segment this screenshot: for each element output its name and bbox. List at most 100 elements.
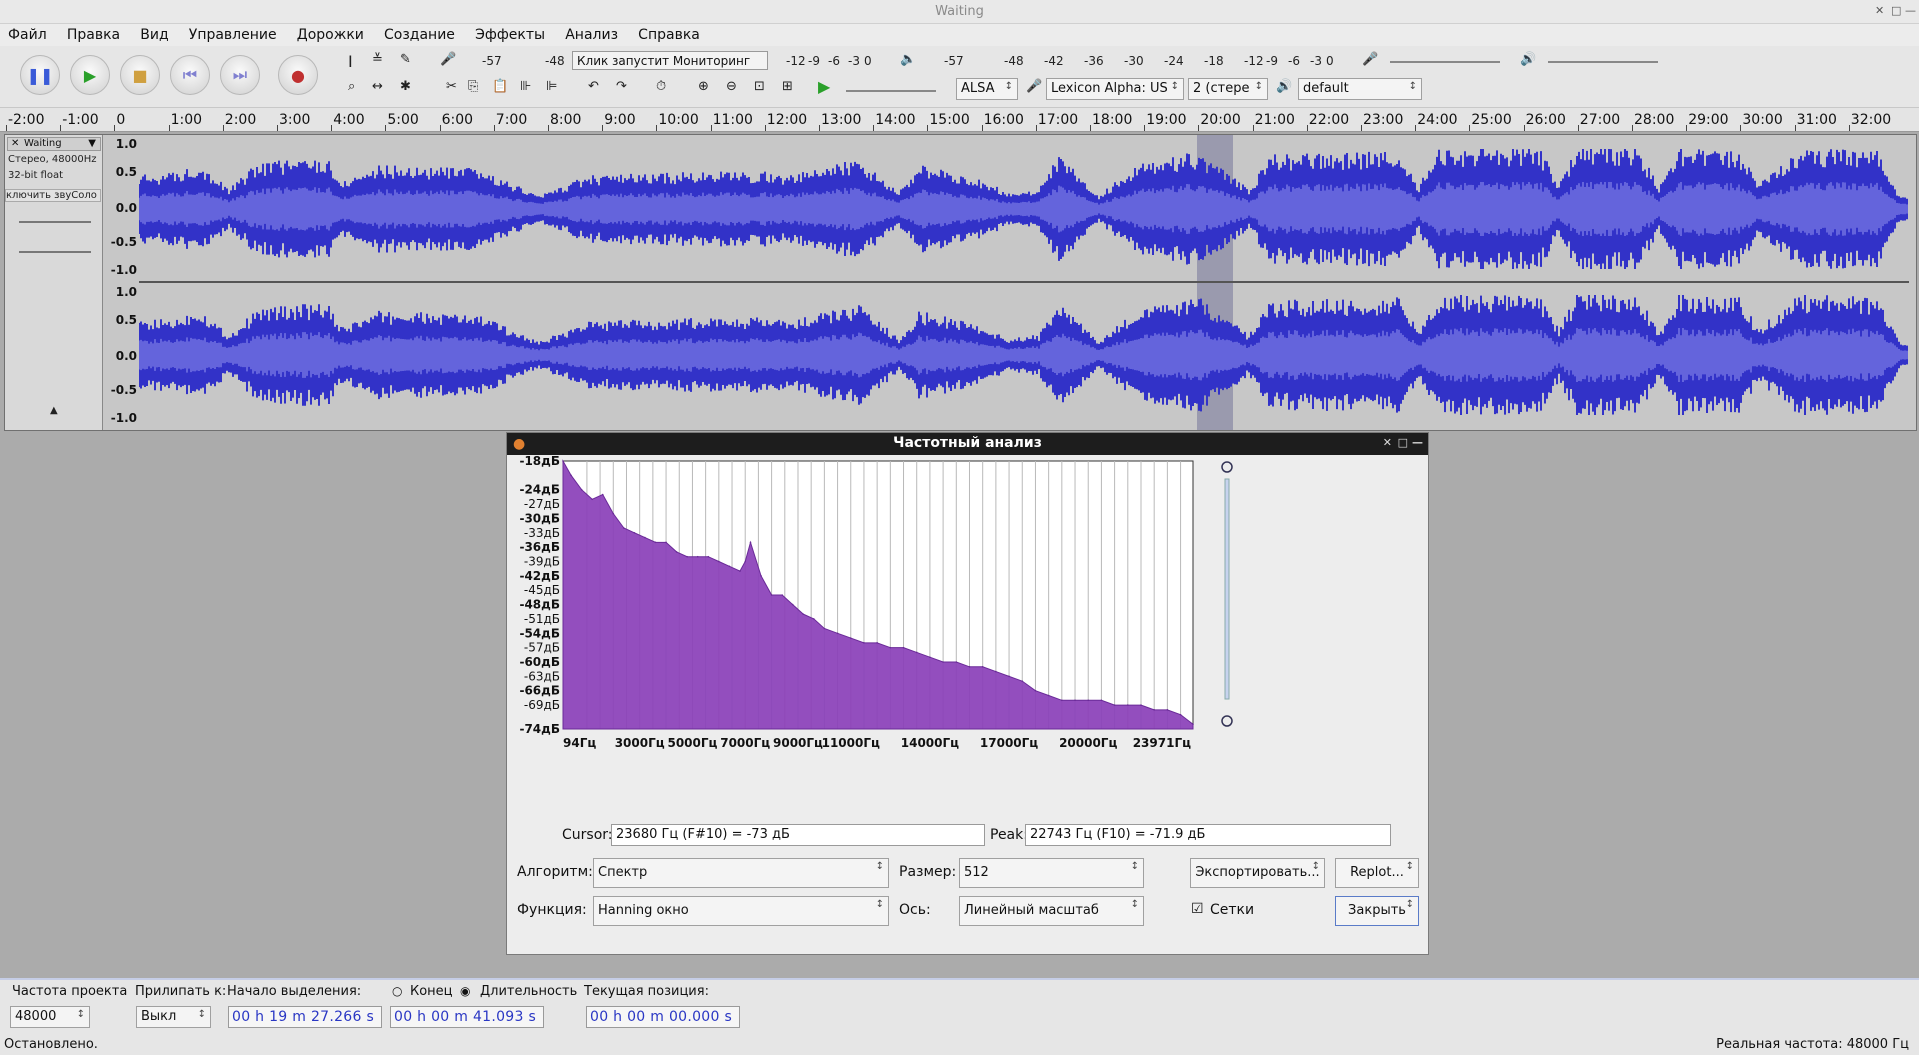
replot-button[interactable]: Replot... [1335, 858, 1419, 888]
maximize-icon[interactable]: □ [1891, 4, 1901, 17]
dialog-maximize-icon[interactable]: □ [1398, 436, 1408, 449]
axis-scale-select[interactable]: Линейный масштаб [959, 896, 1144, 926]
project-rate-select[interactable]: 48000 [10, 1006, 90, 1028]
spectrum-point [633, 531, 636, 534]
trim-icon[interactable]: ⊪ [520, 79, 531, 94]
mute-solo-buttons[interactable]: ключить звуСоло [5, 189, 101, 202]
db-tick-label: -51дБ [524, 612, 560, 626]
waveform-view[interactable] [139, 135, 1909, 430]
menu-generate[interactable]: Создание [376, 24, 463, 43]
play-at-speed-icon[interactable]: ▶ [818, 77, 830, 96]
audio-host-select[interactable]: ALSA [956, 78, 1018, 100]
timeline-ruler[interactable]: -2:00 -1:00 0 1:00 2:00 3:00 4:00 5:00 6:00 7:00 8… [0, 108, 1919, 132]
size-select[interactable]: 512 [959, 858, 1144, 888]
record-button[interactable]: ● [278, 55, 318, 95]
dialog-minimize-icon[interactable]: — [1412, 436, 1423, 449]
menu-tracks[interactable]: Дорожки [289, 24, 372, 43]
menu-effects[interactable]: Эффекты [467, 24, 553, 43]
audio-position-time[interactable]: 00 h 00 m 00.000 s [586, 1006, 740, 1028]
play-device-select[interactable]: default [1298, 78, 1422, 100]
algorithm-select[interactable]: Спектр [593, 858, 889, 888]
track-name-menu[interactable]: ✕ Waiting ▼ [7, 137, 101, 151]
export-button[interactable]: Экспортировать... [1190, 858, 1325, 888]
zoom-in-icon[interactable]: ⊕ [698, 79, 709, 94]
zoom-in-icon[interactable] [1221, 461, 1233, 473]
play-speed-slider[interactable] [846, 90, 936, 92]
ruler-tick [927, 125, 929, 131]
collapse-track-icon[interactable]: ▲ [50, 405, 58, 416]
spectrum-point [836, 632, 839, 635]
scale-label: -1.0 [110, 411, 137, 425]
ruler-tick [1415, 125, 1417, 131]
track-close-icon[interactable]: ✕ [11, 138, 19, 149]
selection-length-time[interactable]: 00 h 00 m 41.093 s [390, 1006, 544, 1028]
stop-button[interactable]: ■ [120, 55, 160, 95]
timeshift-tool-icon[interactable]: ↔ [372, 79, 383, 94]
snap-select[interactable]: Выкл [136, 1006, 211, 1028]
spectrum-point [1127, 704, 1129, 706]
copy-icon[interactable]: ⎘ [468, 79, 478, 94]
selection-start-time[interactable]: 00 h 19 m 27.266 s [228, 1006, 382, 1028]
select-tool-icon[interactable]: I [348, 52, 353, 71]
gain-slider[interactable] [19, 221, 91, 223]
ruler-label: 4:00 [333, 112, 365, 128]
redo-icon[interactable]: ↷ [616, 79, 627, 94]
menu-view[interactable]: Вид [132, 24, 176, 43]
spectrum-point [1034, 689, 1037, 692]
menu-edit[interactable]: Правка [59, 24, 128, 43]
ruler-label: 13:00 [821, 112, 862, 128]
play-icon: ▶ [83, 65, 97, 85]
draw-tool-icon[interactable]: ✎ [400, 52, 411, 67]
playback-state: Остановлено. [4, 1037, 98, 1052]
skip-end-button[interactable]: ⏭ [220, 55, 260, 95]
end-radio-icon[interactable]: ○ [392, 984, 402, 998]
close-window-icon[interactable]: ✕ [1875, 4, 1884, 17]
menu-file[interactable]: Файл [0, 24, 55, 43]
multi-tool-icon[interactable]: ✱ [400, 79, 411, 94]
grids-checkbox[interactable]: ☑ [1191, 901, 1204, 917]
zoom-tool-icon[interactable]: ⌕ [348, 79, 355, 94]
menu-analyze[interactable]: Анализ [557, 24, 626, 43]
zoom-out-icon[interactable] [1221, 715, 1233, 727]
chevron-down-icon: ▼ [88, 138, 96, 149]
minimize-icon[interactable]: — [1905, 4, 1916, 17]
zoom-slider[interactable] [1224, 478, 1230, 700]
menu-help[interactable]: Справка [630, 24, 708, 43]
fit-selection-icon[interactable]: ⊡ [754, 79, 765, 94]
length-radio-icon[interactable]: ◉ [460, 984, 470, 998]
silence-icon[interactable]: ⊫ [546, 79, 557, 94]
menu-transport[interactable]: Управление [181, 24, 285, 43]
play-meter-tick: -42 [1044, 54, 1064, 68]
close-button[interactable]: Закрыть [1335, 896, 1419, 926]
pan-slider[interactable] [19, 251, 91, 253]
spectrum-plot[interactable]: -18дБ -24дБ-27дБ-30дБ-33дБ-36дБ-39дБ-42дБ… [507, 455, 1430, 855]
play-meter-tick: -36 [1084, 54, 1104, 68]
mic-volume-slider[interactable] [1390, 61, 1500, 63]
rec-channels-select[interactable]: 2 (стере [1188, 78, 1268, 100]
ruler-tick [1848, 125, 1850, 131]
monitor-start-field[interactable]: Клик запустит Мониторинг [572, 51, 768, 70]
envelope-tool-icon[interactable]: ≚ [372, 52, 383, 67]
pause-button[interactable]: ❚❚ [20, 55, 60, 95]
sync-lock-icon[interactable]: ⏱ [656, 79, 666, 94]
spectrum-point [1100, 699, 1103, 702]
ruler-tick [331, 125, 333, 131]
undo-icon[interactable]: ↶ [588, 79, 599, 94]
cut-icon[interactable]: ✂ [446, 79, 457, 94]
window-function-select[interactable]: Hanning окно [593, 896, 889, 926]
db-tick-label: -33дБ [524, 526, 560, 540]
fit-project-icon[interactable]: ⊞ [782, 79, 793, 94]
zoom-out-icon[interactable]: ⊖ [726, 79, 737, 94]
skip-start-button[interactable]: ⏮ [170, 55, 210, 95]
spectrum-point [802, 613, 805, 615]
dialog-close-icon[interactable]: ✕ [1383, 436, 1392, 449]
play-button[interactable]: ▶ [70, 55, 110, 95]
play-volume-slider[interactable] [1548, 61, 1658, 63]
spectrum-point [623, 527, 625, 529]
freq-tick-label: 94Гц [563, 736, 596, 750]
rec-device-select[interactable]: Lexicon Alpha: US [1046, 78, 1184, 100]
paste-icon[interactable]: 📋 [492, 79, 508, 94]
ruler-label: 31:00 [1796, 112, 1837, 128]
spectrum-point [562, 460, 564, 462]
spectrum-point [1166, 709, 1169, 711]
